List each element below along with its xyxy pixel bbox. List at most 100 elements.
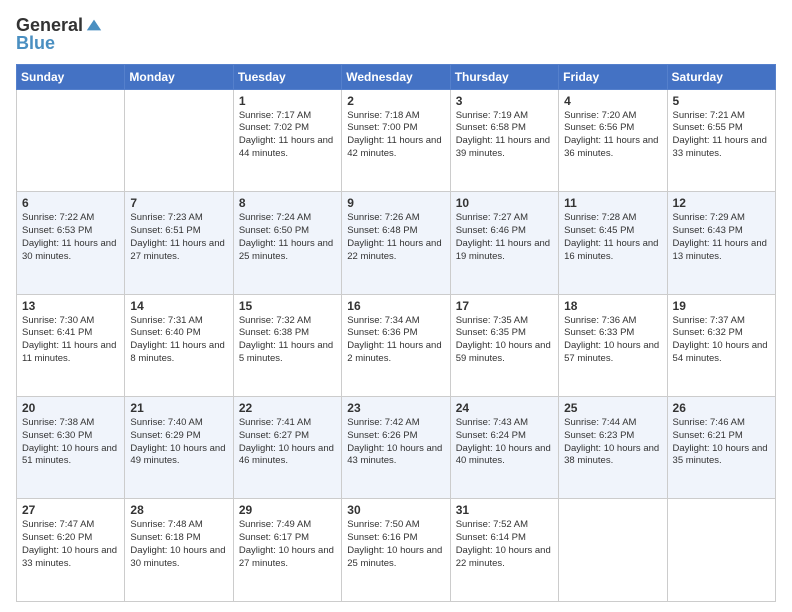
calendar-cell: 24 Sunrise: 7:43 AMSunset: 6:24 PMDayligh…	[450, 397, 558, 499]
calendar-cell: 20 Sunrise: 7:38 AMSunset: 6:30 PMDayligh…	[17, 397, 125, 499]
week-row-5: 27Sunrise: 7:47 AMSunset: 6:20 PMDayligh…	[17, 499, 776, 602]
weekday-header-tuesday: Tuesday	[233, 64, 341, 89]
day-number: 10	[456, 196, 553, 210]
calendar-cell: 26Sunrise: 7:46 AMSunset: 6:21 PMDayligh…	[667, 397, 775, 499]
weekday-header-sunday: Sunday	[17, 64, 125, 89]
cell-info: Sunrise: 7:44 AMSunset: 6:23 PMDaylight:…	[564, 417, 661, 468]
day-number: 17	[456, 299, 553, 313]
cell-info: Sunrise: 7:29 AMSunset: 6:43 PMDaylight:…	[673, 212, 770, 263]
calendar-table: SundayMondayTuesdayWednesdayThursdayFrid…	[16, 64, 776, 602]
calendar-cell: 17 Sunrise: 7:35 AMSunset: 6:35 PMDayligh…	[450, 294, 558, 396]
calendar-cell: 5Sunrise: 7:21 AMSunset: 6:55 PMDaylight…	[667, 89, 775, 191]
header: General Blue	[16, 16, 776, 54]
cell-info: Sunrise: 7:18 AMSunset: 7:00 PMDaylight:…	[347, 110, 444, 161]
day-number: 3	[456, 94, 553, 108]
calendar-cell: 22 Sunrise: 7:41 AMSunset: 6:27 PMDayligh…	[233, 397, 341, 499]
day-number: 7	[130, 196, 227, 210]
week-row-3: 13 Sunrise: 7:30 AMSunset: 6:41 PMDayligh…	[17, 294, 776, 396]
cell-info: Sunrise: 7:23 AMSunset: 6:51 PMDaylight:…	[130, 212, 227, 263]
calendar-cell: 31 Sunrise: 7:52 AMSunset: 6:14 PMDayligh…	[450, 499, 558, 602]
cell-info: Sunrise: 7:34 AMSunset: 6:36 PMDaylight:…	[347, 315, 444, 366]
cell-info: Sunrise: 7:41 AMSunset: 6:27 PMDaylight:…	[239, 417, 336, 468]
cell-info: Sunrise: 7:36 AMSunset: 6:33 PMDaylight:…	[564, 315, 661, 366]
calendar-cell: 29 Sunrise: 7:49 AMSunset: 6:17 PMDayligh…	[233, 499, 341, 602]
calendar-cell: 2Sunrise: 7:18 AMSunset: 7:00 PMDaylight…	[342, 89, 450, 191]
calendar-cell: 8Sunrise: 7:24 AMSunset: 6:50 PMDaylight…	[233, 192, 341, 294]
day-number: 16	[347, 299, 444, 313]
cell-info: Sunrise: 7:49 AMSunset: 6:17 PMDaylight:…	[239, 519, 336, 570]
calendar-cell: 27Sunrise: 7:47 AMSunset: 6:20 PMDayligh…	[17, 499, 125, 602]
day-number: 23	[347, 401, 444, 415]
week-row-2: 6 Sunrise: 7:22 AMSunset: 6:53 PMDaylight…	[17, 192, 776, 294]
day-number: 9	[347, 196, 444, 210]
cell-info: Sunrise: 7:32 AMSunset: 6:38 PMDaylight:…	[239, 315, 336, 366]
cell-info: Sunrise: 7:46 AMSunset: 6:21 PMDaylight:…	[673, 417, 770, 468]
cell-info: Sunrise: 7:35 AMSunset: 6:35 PMDaylight:…	[456, 315, 553, 366]
calendar-cell	[559, 499, 667, 602]
day-number: 15	[239, 299, 336, 313]
calendar-cell: 9 Sunrise: 7:26 AMSunset: 6:48 PMDaylight…	[342, 192, 450, 294]
cell-info: Sunrise: 7:26 AMSunset: 6:48 PMDaylight:…	[347, 212, 444, 263]
day-number: 25	[564, 401, 661, 415]
day-number: 20	[22, 401, 119, 415]
cell-info: Sunrise: 7:38 AMSunset: 6:30 PMDaylight:…	[22, 417, 119, 468]
cell-info: Sunrise: 7:19 AMSunset: 6:58 PMDaylight:…	[456, 110, 553, 161]
day-number: 11	[564, 196, 661, 210]
day-number: 19	[673, 299, 770, 313]
cell-info: Sunrise: 7:50 AMSunset: 6:16 PMDaylight:…	[347, 519, 444, 570]
day-number: 28	[130, 503, 227, 517]
cell-info: Sunrise: 7:31 AMSunset: 6:40 PMDaylight:…	[130, 315, 227, 366]
week-row-4: 20 Sunrise: 7:38 AMSunset: 6:30 PMDayligh…	[17, 397, 776, 499]
weekday-header-wednesday: Wednesday	[342, 64, 450, 89]
weekday-header-monday: Monday	[125, 64, 233, 89]
cell-info: Sunrise: 7:20 AMSunset: 6:56 PMDaylight:…	[564, 110, 661, 161]
cell-info: Sunrise: 7:17 AMSunset: 7:02 PMDaylight:…	[239, 110, 336, 161]
calendar-cell	[125, 89, 233, 191]
calendar-cell: 7 Sunrise: 7:23 AMSunset: 6:51 PMDaylight…	[125, 192, 233, 294]
day-number: 6	[22, 196, 119, 210]
day-number: 14	[130, 299, 227, 313]
calendar-cell: 28 Sunrise: 7:48 AMSunset: 6:18 PMDayligh…	[125, 499, 233, 602]
cell-info: Sunrise: 7:40 AMSunset: 6:29 PMDaylight:…	[130, 417, 227, 468]
day-number: 22	[239, 401, 336, 415]
cell-info: Sunrise: 7:42 AMSunset: 6:26 PMDaylight:…	[347, 417, 444, 468]
day-number: 30	[347, 503, 444, 517]
weekday-header-row: SundayMondayTuesdayWednesdayThursdayFrid…	[17, 64, 776, 89]
day-number: 4	[564, 94, 661, 108]
calendar-cell: 11Sunrise: 7:28 AMSunset: 6:45 PMDayligh…	[559, 192, 667, 294]
calendar-cell: 3 Sunrise: 7:19 AMSunset: 6:58 PMDaylight…	[450, 89, 558, 191]
day-number: 27	[22, 503, 119, 517]
calendar-cell: 23 Sunrise: 7:42 AMSunset: 6:26 PMDayligh…	[342, 397, 450, 499]
cell-info: Sunrise: 7:52 AMSunset: 6:14 PMDaylight:…	[456, 519, 553, 570]
day-number: 5	[673, 94, 770, 108]
cell-info: Sunrise: 7:43 AMSunset: 6:24 PMDaylight:…	[456, 417, 553, 468]
day-number: 1	[239, 94, 336, 108]
day-number: 24	[456, 401, 553, 415]
cell-info: Sunrise: 7:22 AMSunset: 6:53 PMDaylight:…	[22, 212, 119, 263]
calendar-cell: 10Sunrise: 7:27 AMSunset: 6:46 PMDayligh…	[450, 192, 558, 294]
weekday-header-saturday: Saturday	[667, 64, 775, 89]
calendar-cell: 30 Sunrise: 7:50 AMSunset: 6:16 PMDayligh…	[342, 499, 450, 602]
day-number: 31	[456, 503, 553, 517]
weekday-header-friday: Friday	[559, 64, 667, 89]
day-number: 18	[564, 299, 661, 313]
day-number: 13	[22, 299, 119, 313]
calendar-cell: 1 Sunrise: 7:17 AMSunset: 7:02 PMDaylight…	[233, 89, 341, 191]
calendar-cell: 16 Sunrise: 7:34 AMSunset: 6:36 PMDayligh…	[342, 294, 450, 396]
calendar-cell: 14 Sunrise: 7:31 AMSunset: 6:40 PMDayligh…	[125, 294, 233, 396]
cell-info: Sunrise: 7:30 AMSunset: 6:41 PMDaylight:…	[22, 315, 119, 366]
calendar-cell: 12 Sunrise: 7:29 AMSunset: 6:43 PMDayligh…	[667, 192, 775, 294]
calendar-cell: 18 Sunrise: 7:36 AMSunset: 6:33 PMDayligh…	[559, 294, 667, 396]
calendar-cell	[667, 499, 775, 602]
day-number: 12	[673, 196, 770, 210]
cell-info: Sunrise: 7:37 AMSunset: 6:32 PMDaylight:…	[673, 315, 770, 366]
page: General Blue SundayMondayTuesdayWednesda…	[0, 0, 792, 612]
cell-info: Sunrise: 7:24 AMSunset: 6:50 PMDaylight:…	[239, 212, 336, 263]
logo-icon	[85, 16, 103, 34]
calendar-cell: 15 Sunrise: 7:32 AMSunset: 6:38 PMDayligh…	[233, 294, 341, 396]
calendar-cell: 4 Sunrise: 7:20 AMSunset: 6:56 PMDaylight…	[559, 89, 667, 191]
day-number: 21	[130, 401, 227, 415]
day-number: 29	[239, 503, 336, 517]
calendar-cell: 6 Sunrise: 7:22 AMSunset: 6:53 PMDaylight…	[17, 192, 125, 294]
cell-info: Sunrise: 7:48 AMSunset: 6:18 PMDaylight:…	[130, 519, 227, 570]
